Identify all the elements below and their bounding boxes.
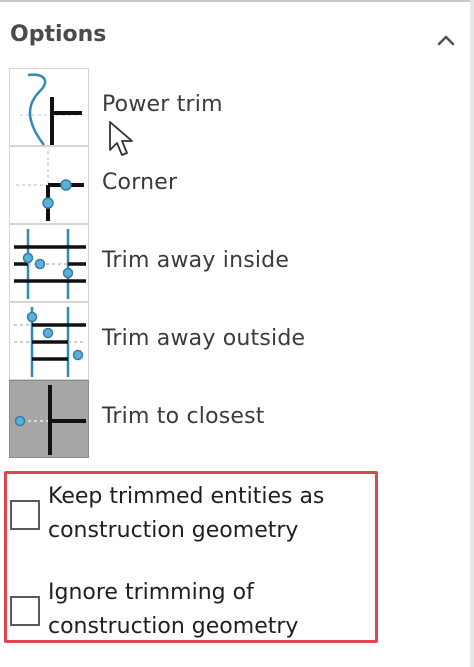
option-label: Trim away outside bbox=[102, 326, 306, 351]
trim-away-inside-icon bbox=[9, 224, 89, 302]
ignore-trimming-checkbox-row[interactable]: Ignore trimming of construction geometry bbox=[8, 576, 368, 646]
power-trim-icon bbox=[9, 68, 89, 146]
trim-options-list: Power trim Corner Trim away inside Trim … bbox=[9, 68, 469, 458]
option-label: Trim away inside bbox=[102, 248, 290, 273]
keep-trimmed-checkbox-row[interactable]: Keep trimmed entities as construction ge… bbox=[8, 480, 368, 560]
trim-away-outside-icon bbox=[9, 302, 89, 380]
option-label: Power trim bbox=[102, 92, 223, 117]
option-trim-away-outside[interactable]: Trim away outside bbox=[9, 302, 469, 380]
label-line: construction geometry bbox=[48, 614, 299, 639]
option-trim-to-closest[interactable]: Trim to closest bbox=[9, 380, 469, 458]
label-line: construction geometry bbox=[48, 518, 299, 543]
keep-trimmed-checkbox[interactable] bbox=[10, 500, 40, 530]
option-label: Corner bbox=[102, 170, 178, 195]
option-power-trim[interactable]: Power trim bbox=[9, 68, 469, 146]
mouse-cursor-icon bbox=[109, 121, 133, 156]
options-header[interactable]: Options bbox=[0, 14, 474, 66]
ignore-trimming-checkbox[interactable] bbox=[10, 596, 40, 626]
chevron-up-icon[interactable] bbox=[434, 28, 458, 52]
label-line: Keep trimmed entities as bbox=[48, 484, 325, 509]
trim-to-closest-icon bbox=[9, 380, 89, 458]
corner-icon bbox=[9, 146, 89, 224]
keep-trimmed-label: Keep trimmed entities as construction ge… bbox=[48, 480, 368, 548]
ignore-trimming-label: Ignore trimming of construction geometry bbox=[48, 576, 368, 644]
panel-edge bbox=[470, 0, 474, 667]
panel-top-border bbox=[0, 0, 474, 2]
option-trim-away-inside[interactable]: Trim away inside bbox=[9, 224, 469, 302]
option-label: Trim to closest bbox=[102, 404, 265, 429]
options-title: Options bbox=[10, 22, 107, 47]
option-corner[interactable]: Corner bbox=[9, 146, 469, 224]
label-line: Ignore trimming of bbox=[48, 580, 254, 605]
